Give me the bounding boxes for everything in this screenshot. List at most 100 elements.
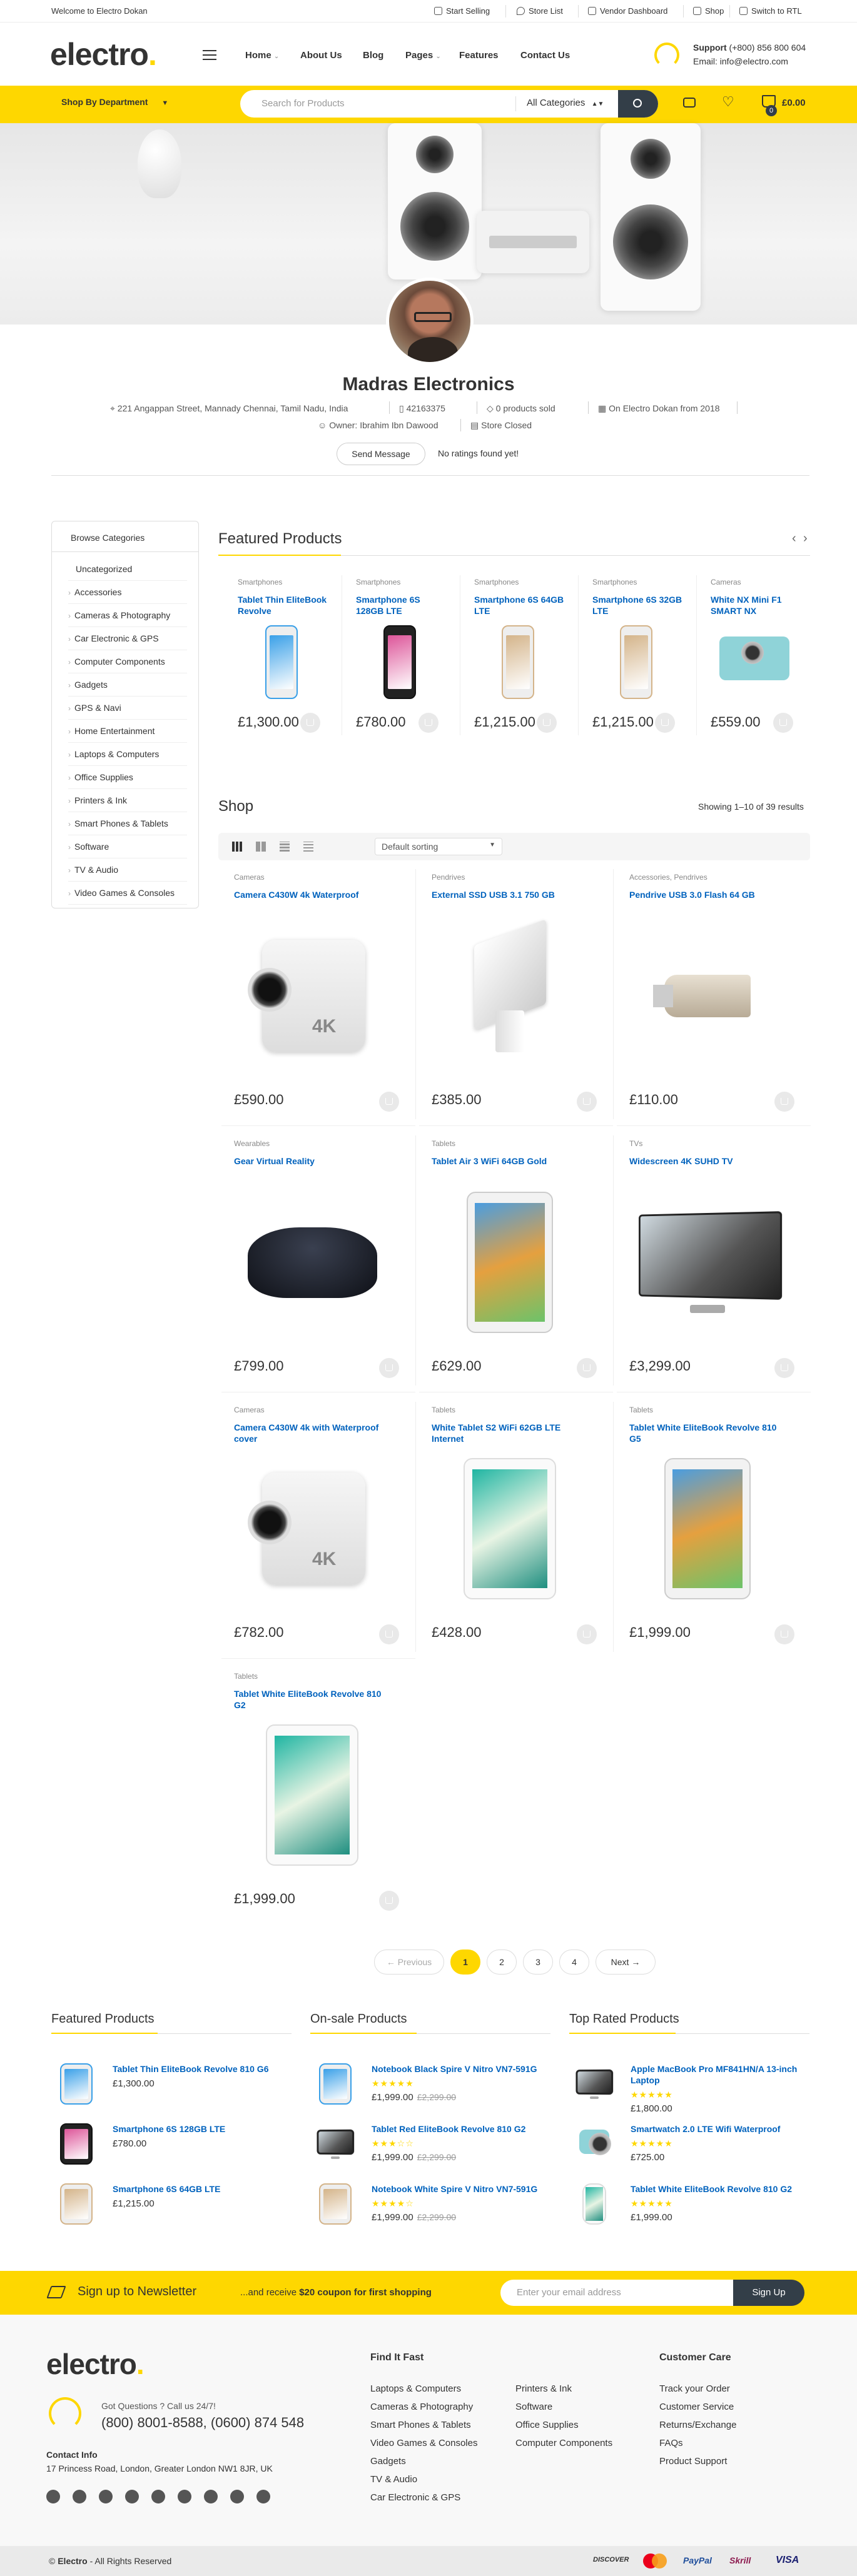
sidebar-category[interactable]: › Printers & Ink: [68, 789, 187, 812]
sidebar-category[interactable]: › Laptops & Computers: [68, 743, 187, 766]
footer-link[interactable]: Office Supplies: [515, 2420, 579, 2430]
product-name[interactable]: Tablet White EliteBook Revolve 810 G2: [234, 1688, 390, 1711]
add-to-cart-button[interactable]: [379, 1891, 399, 1911]
product-image[interactable]: [240, 1724, 384, 1866]
sidebar-category[interactable]: Uncategorized: [68, 558, 187, 581]
page-4[interactable]: 4: [559, 1950, 589, 1975]
product-image[interactable]: [711, 625, 798, 699]
product-category[interactable]: Accessories, Pendrives: [629, 873, 707, 882]
product-category[interactable]: Wearables: [234, 1139, 270, 1148]
footer-link[interactable]: TV & Audio: [370, 2474, 417, 2485]
footer-link[interactable]: Gadgets: [370, 2456, 406, 2467]
product-thumbnail[interactable]: [317, 2123, 355, 2165]
shop-link[interactable]: Shop: [693, 6, 724, 16]
product-image[interactable]: [636, 1192, 783, 1333]
product-name[interactable]: Pendrive USB 3.0 Flash 64 GB: [629, 889, 786, 900]
facebook-icon[interactable]: [46, 2490, 60, 2503]
product-image[interactable]: 4K: [240, 925, 384, 1067]
product-category[interactable]: Cameras: [234, 873, 265, 882]
rss-icon[interactable]: [256, 2490, 270, 2503]
nav-pages[interactable]: Pages ⌄: [405, 50, 441, 61]
instagram-icon[interactable]: [204, 2490, 218, 2503]
pagination-prev[interactable]: ← Previous: [374, 1950, 444, 1975]
product-image[interactable]: [636, 925, 779, 1067]
grid-large-icon[interactable]: [256, 842, 266, 852]
product-thumbnail[interactable]: [317, 2063, 354, 2105]
sidebar-category[interactable]: › TV & Audio: [68, 858, 187, 882]
product-name[interactable]: Tablet Thin EliteBook Revolve 810 G6: [113, 2063, 294, 2075]
product-name[interactable]: Tablet Red EliteBook Revolve 810 G2: [372, 2123, 553, 2135]
product-thumbnail[interactable]: [58, 2123, 95, 2165]
product-category[interactable]: Tablets: [432, 1406, 455, 1414]
page-3[interactable]: 3: [523, 1950, 553, 1975]
product-thumbnail[interactable]: [58, 2183, 95, 2225]
nav-contact[interactable]: Contact Us: [520, 50, 570, 61]
footer-link[interactable]: FAQs: [659, 2438, 683, 2448]
switch-rtl-link[interactable]: Switch to RTL: [739, 6, 802, 16]
search-input[interactable]: Search for Products: [261, 98, 345, 109]
nav-blog[interactable]: Blog: [363, 50, 383, 61]
linkedin-icon[interactable]: [125, 2490, 139, 2503]
footer-link[interactable]: Software: [515, 2402, 552, 2412]
product-category[interactable]: Smartphones: [238, 578, 282, 586]
category-select[interactable]: All Categories ▲▼: [527, 98, 604, 108]
add-to-cart-button[interactable]: [577, 1358, 597, 1378]
product-image[interactable]: [592, 625, 680, 699]
add-to-cart-button[interactable]: [379, 1092, 399, 1112]
sidebar-category[interactable]: › Accessories: [68, 581, 187, 604]
sidebar-category[interactable]: › Office Supplies: [68, 766, 187, 789]
sidebar-category[interactable]: › GPS & Navi: [68, 697, 187, 720]
prev-arrow-icon[interactable]: ‹: [792, 531, 796, 546]
add-to-cart-button[interactable]: [774, 1092, 794, 1112]
product-image[interactable]: [474, 625, 562, 699]
product-thumbnail[interactable]: [576, 2063, 614, 2105]
product-thumbnail[interactable]: [58, 2063, 95, 2105]
product-category[interactable]: Pendrives: [432, 873, 465, 882]
footer-link[interactable]: Car Electronic & GPS: [370, 2492, 460, 2503]
product-category[interactable]: Smartphones: [356, 578, 400, 586]
product-name[interactable]: External SSD USB 3.1 750 GB: [432, 889, 588, 900]
vendor-dashboard-link[interactable]: Vendor Dashboard: [588, 6, 667, 16]
shop-by-department[interactable]: Shop By Department ▼: [61, 97, 168, 107]
product-name[interactable]: Notebook White Spire V Nitro VN7-591G: [372, 2183, 553, 2195]
footer-link[interactable]: Cameras & Photography: [370, 2402, 473, 2412]
tumblr-icon[interactable]: [178, 2490, 191, 2503]
product-image[interactable]: [438, 919, 582, 1067]
sidebar-category[interactable]: › Home Entertainment: [68, 720, 187, 743]
send-message-button[interactable]: Send Message: [337, 443, 425, 465]
product-name[interactable]: Smartphone 6S 32GB LTE: [592, 594, 686, 616]
youtube-icon[interactable]: [230, 2490, 244, 2503]
product-name[interactable]: Tablet White EliteBook Revolve 810 G2: [631, 2183, 812, 2195]
product-thumbnail[interactable]: [576, 2123, 613, 2165]
cart-total[interactable]: £0.00: [782, 98, 806, 108]
product-thumbnail[interactable]: [317, 2183, 354, 2225]
product-name[interactable]: White NX Mini F1 SMART NX: [711, 594, 804, 616]
add-to-cart-button[interactable]: [773, 713, 793, 733]
product-name[interactable]: White Tablet S2 WiFi 62GB LTE Internet: [432, 1422, 588, 1444]
footer-link[interactable]: Smart Phones & Tablets: [370, 2420, 471, 2430]
product-image[interactable]: [238, 625, 325, 699]
product-name[interactable]: Gear Virtual Reality: [234, 1155, 390, 1167]
product-category[interactable]: Smartphones: [592, 578, 637, 586]
nav-features[interactable]: Features: [459, 50, 499, 61]
product-image[interactable]: [438, 1192, 582, 1333]
sidebar-category[interactable]: › Car Electronic & GPS: [68, 627, 187, 650]
footer-link[interactable]: Laptops & Computers: [370, 2383, 461, 2394]
footer-link[interactable]: Track your Order: [659, 2383, 730, 2394]
start-selling-link[interactable]: Start Selling: [434, 6, 490, 16]
product-name[interactable]: Smartphone 6S 64GB LTE: [113, 2183, 294, 2195]
grid-view-icon[interactable]: [232, 842, 242, 852]
product-image[interactable]: 4K: [240, 1458, 384, 1599]
pagination-next[interactable]: Next →: [596, 1950, 656, 1975]
add-to-cart-button[interactable]: [774, 1358, 794, 1378]
product-image[interactable]: [438, 1458, 582, 1599]
footer-link[interactable]: Product Support: [659, 2456, 727, 2467]
add-to-cart-button[interactable]: [418, 713, 439, 733]
list-view-icon[interactable]: [280, 842, 290, 852]
product-name[interactable]: Smartphone 6S 128GB LTE: [356, 594, 450, 616]
footer-link[interactable]: Customer Service: [659, 2402, 734, 2412]
product-category[interactable]: Cameras: [234, 1406, 265, 1414]
sidebar-category[interactable]: › Computer Components: [68, 650, 187, 673]
product-name[interactable]: Apple MacBook Pro MF841HN/A 13-inch Lapt…: [631, 2063, 812, 2086]
product-category[interactable]: Tablets: [234, 1672, 258, 1681]
